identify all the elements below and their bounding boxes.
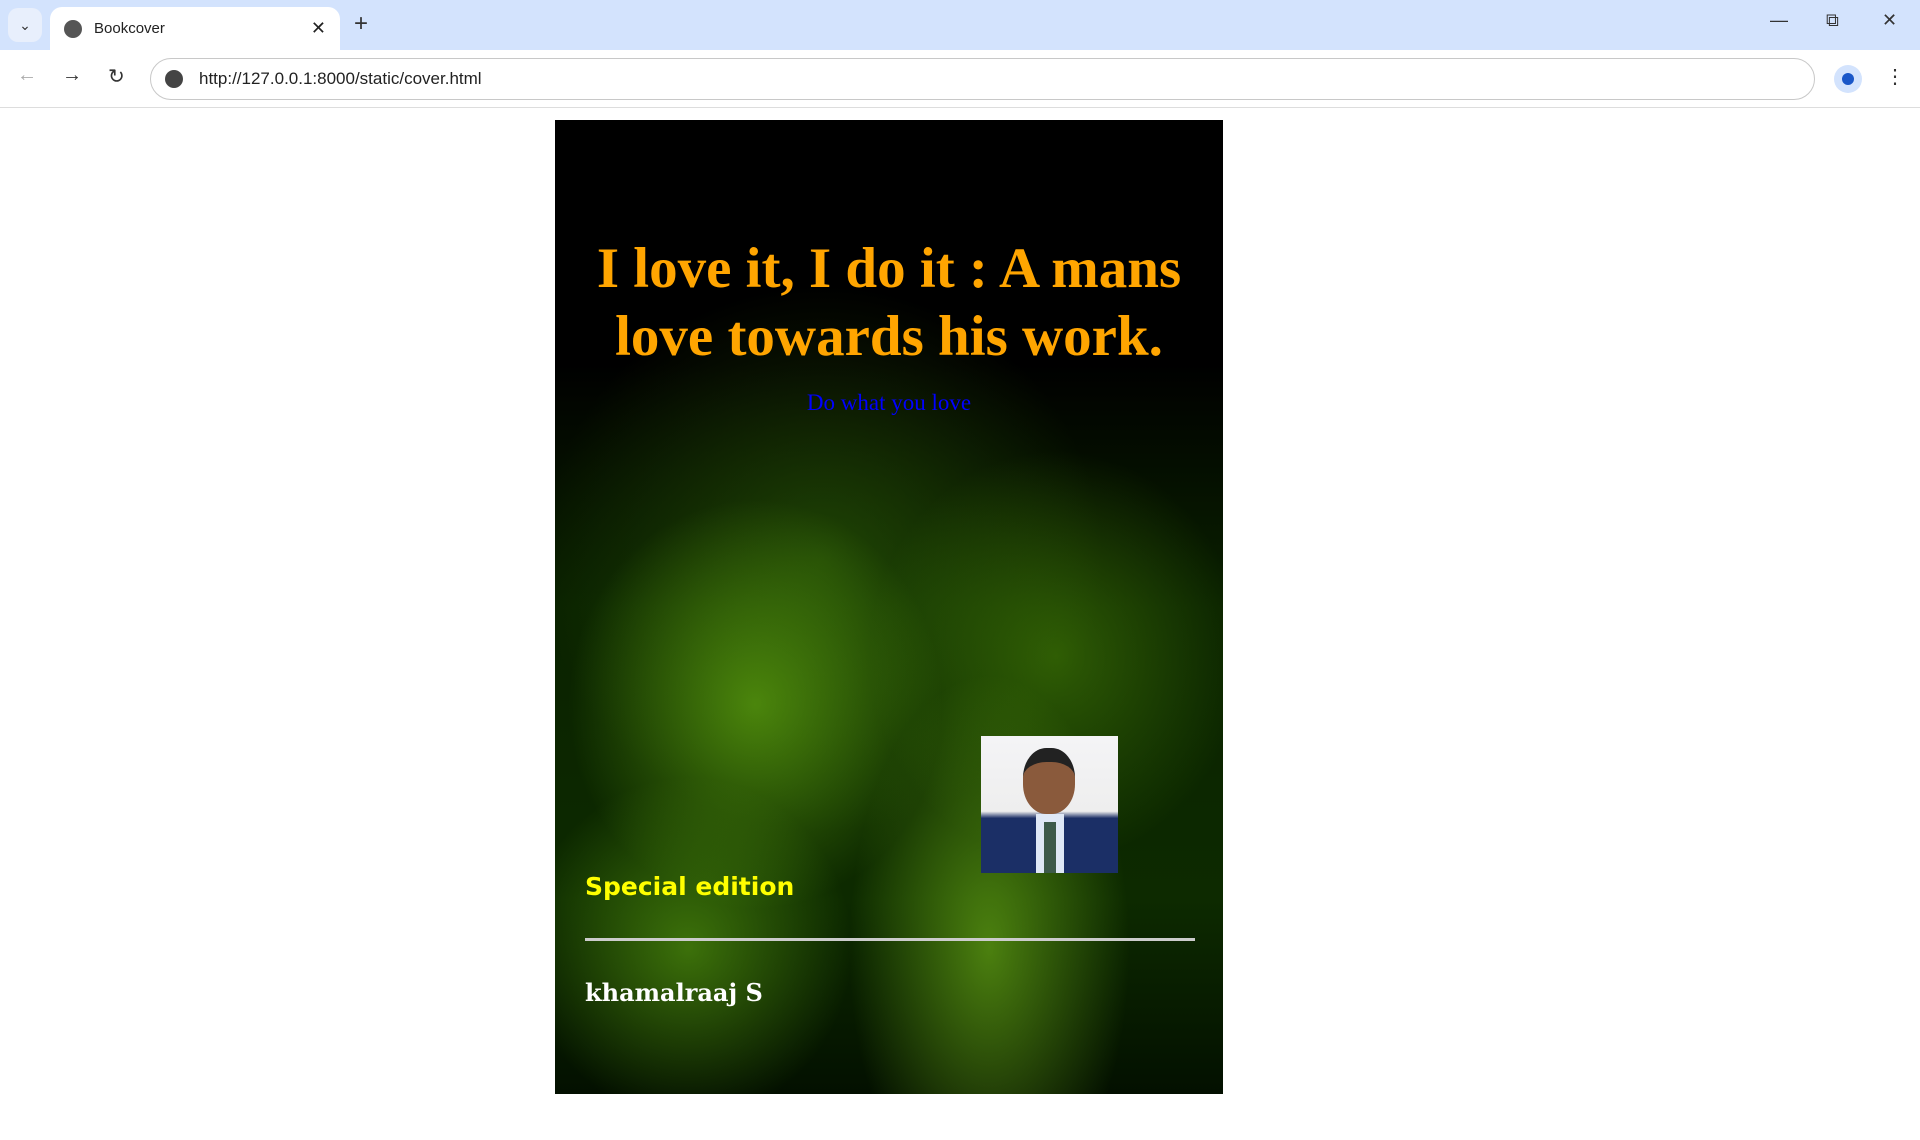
profile-icon[interactable]	[1834, 65, 1862, 93]
book-cover: I love it, I do it : A mans love towards…	[555, 120, 1223, 1094]
edition-label: Special edition	[585, 872, 795, 901]
author-name: khamalraaj S	[585, 978, 763, 1007]
author-photo	[981, 736, 1118, 873]
chevron-down-icon: ⌄	[19, 16, 31, 33]
book-title: I love it, I do it : A mans love towards…	[596, 237, 1182, 368]
site-info-icon[interactable]	[165, 70, 183, 88]
new-tab-button[interactable]: +	[354, 10, 368, 38]
minimize-icon[interactable]: —	[1770, 10, 1788, 31]
address-bar[interactable]: http://127.0.0.1:8000/static/cover.html	[150, 58, 1815, 100]
tab-search-button[interactable]: ⌄	[8, 8, 42, 42]
url-text[interactable]: http://127.0.0.1:8000/static/cover.html	[199, 69, 482, 89]
reload-icon[interactable]: ↻	[108, 64, 125, 89]
tab-strip: ⌄ Bookcover ✕ + — ⧉ ✕	[0, 0, 1920, 50]
close-window-icon[interactable]: ✕	[1882, 10, 1897, 31]
globe-icon	[64, 19, 82, 38]
tab-bookcover[interactable]: Bookcover ✕	[50, 7, 340, 50]
forward-icon[interactable]: →	[62, 64, 82, 87]
tab-title: Bookcover	[94, 20, 165, 37]
menu-kebab-icon[interactable]: ⋮	[1885, 64, 1905, 89]
restore-icon[interactable]: ⧉	[1826, 10, 1839, 31]
back-icon[interactable]: ←	[17, 64, 37, 87]
book-subtitle: Do what you love	[806, 390, 972, 415]
browser-toolbar: ← → ↻ http://127.0.0.1:8000/static/cover…	[0, 50, 1920, 108]
close-tab-icon[interactable]: ✕	[311, 18, 326, 39]
divider	[585, 938, 1195, 941]
